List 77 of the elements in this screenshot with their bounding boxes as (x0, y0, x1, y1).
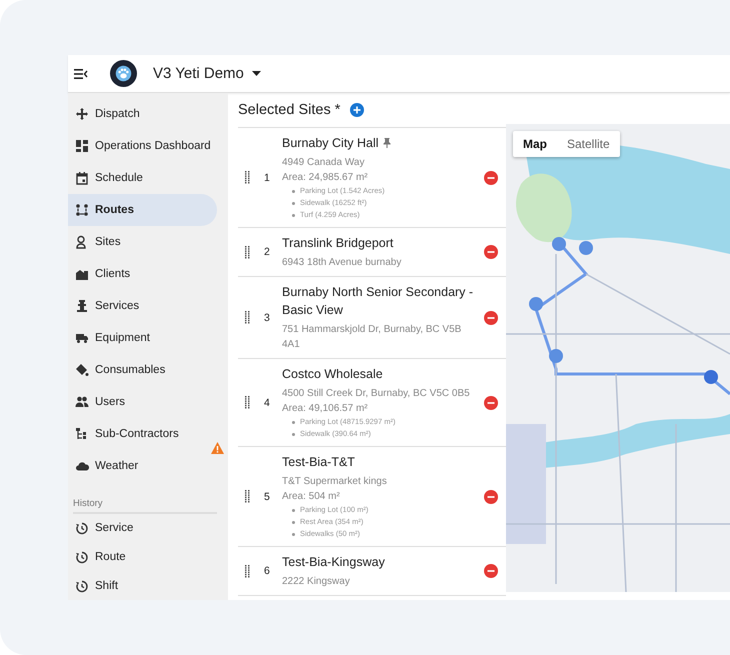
hydrant-icon (75, 299, 89, 313)
sidebar-item[interactable]: Equipment (68, 322, 217, 354)
site-address: T&T Supermarket kings (282, 475, 388, 489)
sidebar-item[interactable]: Service (68, 514, 217, 543)
site-address: 4500 Still Creek Dr, Burnaby, BC V5C 0B5 (282, 387, 471, 401)
truck-icon (75, 331, 89, 345)
map-type-tab[interactable]: Satellite (557, 131, 620, 157)
sidebar-item[interactable]: Services (68, 290, 217, 322)
site-name: Burnaby City Hall (282, 135, 379, 152)
site-number: 6 (264, 565, 271, 577)
app-title[interactable]: V3 Yeti Demo (153, 65, 244, 82)
building-icon (75, 267, 89, 281)
site-area: Area: 24,985.67 m² (282, 170, 478, 185)
remove-icon[interactable] (484, 564, 498, 578)
drag-handle-icon[interactable] (245, 171, 250, 184)
bullet-icon (292, 508, 295, 512)
sidebar-item[interactable]: Shift (68, 571, 217, 600)
drag-handle-icon[interactable] (245, 564, 250, 578)
paw-logo-icon (110, 60, 137, 87)
bullet-icon (292, 432, 295, 436)
sidebar-item[interactable]: Schedule (68, 162, 217, 194)
site-number: 5 (264, 490, 271, 502)
sidebar-item[interactable]: Sites (68, 226, 217, 258)
site-address: 6943 18th Avenue burnaby (282, 256, 402, 270)
site-name: Translink Bridgeport (282, 235, 394, 252)
section-title: Selected Sites * (238, 102, 340, 118)
site-name: Test-Bia-T&T (282, 454, 355, 471)
remove-icon[interactable] (484, 245, 498, 259)
remove-icon[interactable] (484, 490, 498, 504)
history-arrow-icon (75, 521, 89, 536)
bullet-icon (292, 520, 295, 524)
people-icon (75, 395, 89, 409)
site-number: 2 (264, 246, 271, 258)
site-number: 1 (264, 172, 271, 184)
sidebar-item[interactable]: Weather (68, 450, 217, 482)
section-label: History (73, 498, 217, 514)
sidebar-item[interactable]: Operations Dashboard (68, 130, 217, 162)
site-name: Test-Bia-Kingsway (282, 554, 385, 571)
map-type-tab[interactable]: Map (513, 131, 557, 157)
site-name: Costco Wholesale (282, 366, 383, 383)
remove-icon[interactable] (484, 396, 498, 410)
site-name: Burnaby North Senior Secondary - Basic View (282, 284, 474, 319)
dashboard-grid-icon (75, 139, 89, 153)
bullet-icon (292, 202, 295, 204)
site-area: Area: 49,106.57 m² (282, 401, 478, 416)
bullet-icon (292, 214, 295, 216)
route-dots-icon (75, 203, 89, 217)
site-number: 3 (264, 312, 271, 324)
bullet-icon (292, 190, 295, 192)
sidebar-item[interactable]: Dispatch (68, 98, 217, 130)
caret-icon[interactable] (252, 70, 261, 76)
drag-handle-icon[interactable] (245, 246, 250, 258)
sidebar-item[interactable]: Routes (68, 194, 217, 226)
sidebar-item[interactable]: Consumables (68, 354, 217, 386)
site-number: 4 (264, 396, 271, 408)
bullet-icon (292, 420, 295, 424)
site-address: 2222 Kingsway (282, 575, 351, 589)
drag-handle-icon[interactable] (245, 396, 250, 409)
drag-handle-icon[interactable] (245, 490, 250, 503)
remove-icon[interactable] (484, 310, 498, 324)
site-address: 751 Hammarskjold Dr, Burnaby, BC V5B 4A1 (282, 323, 462, 352)
history-arrow-icon (75, 550, 89, 564)
menu-icon[interactable] (74, 68, 88, 80)
drag-handle-icon[interactable] (245, 311, 250, 324)
site-area: Area: 504 m² (282, 489, 478, 504)
history-arrow-icon (75, 578, 89, 593)
add-icon[interactable] (350, 103, 364, 117)
sidebar-item[interactable]: Users (68, 386, 217, 418)
calendar-icon (75, 171, 89, 185)
bullet-icon (292, 532, 295, 536)
sidebar-item[interactable]: Clients (68, 258, 217, 290)
site-address: 4949 Canada Way (282, 156, 366, 170)
hierarchy-icon (75, 427, 89, 441)
sidebar-item[interactable]: Sub-Contractors (68, 418, 217, 450)
move-arrows-icon (75, 107, 89, 121)
remove-icon[interactable] (484, 170, 498, 184)
sidebar-item[interactable]: Route (68, 542, 217, 572)
